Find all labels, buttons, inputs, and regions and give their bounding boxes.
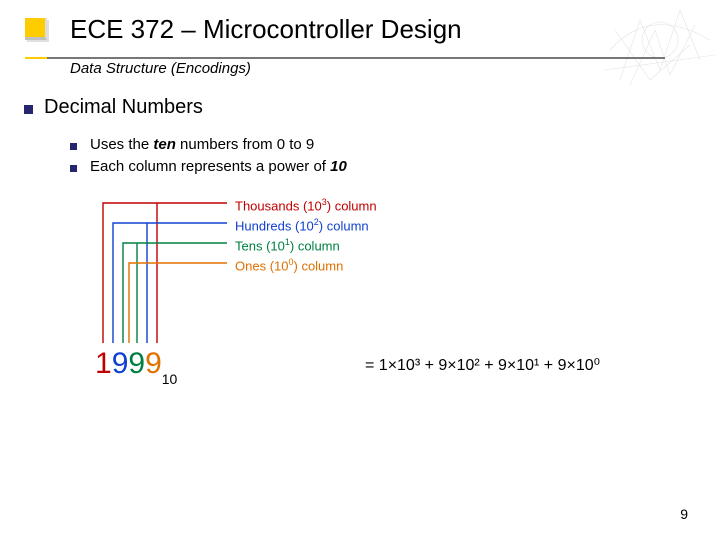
header-accent-block [25,18,47,40]
slide-title: ECE 372 – Microcontroller Design [70,14,462,45]
slide-subtitle: Data Structure (Encodings) [70,60,251,77]
background-sketch [600,0,720,90]
bullet-square-icon [70,143,77,150]
bullet-line-1: Uses the ten numbers from 0 to 9 [90,136,314,153]
place-value-diagram: Thousands (103) column Hundreds (102) co… [95,195,635,425]
page-number: 9 [680,506,688,522]
example-number: 199910 [95,347,177,383]
header-rule [25,57,665,59]
bullet-square-icon [24,105,33,114]
expansion-equation: = 1×10³ + 9×10² + 9×10¹ + 9×10⁰ [365,355,600,375]
bullet-line-2: Each column represents a power of 10 [90,158,347,175]
bullet-square-icon [70,165,77,172]
section-heading: Decimal Numbers [44,96,203,119]
